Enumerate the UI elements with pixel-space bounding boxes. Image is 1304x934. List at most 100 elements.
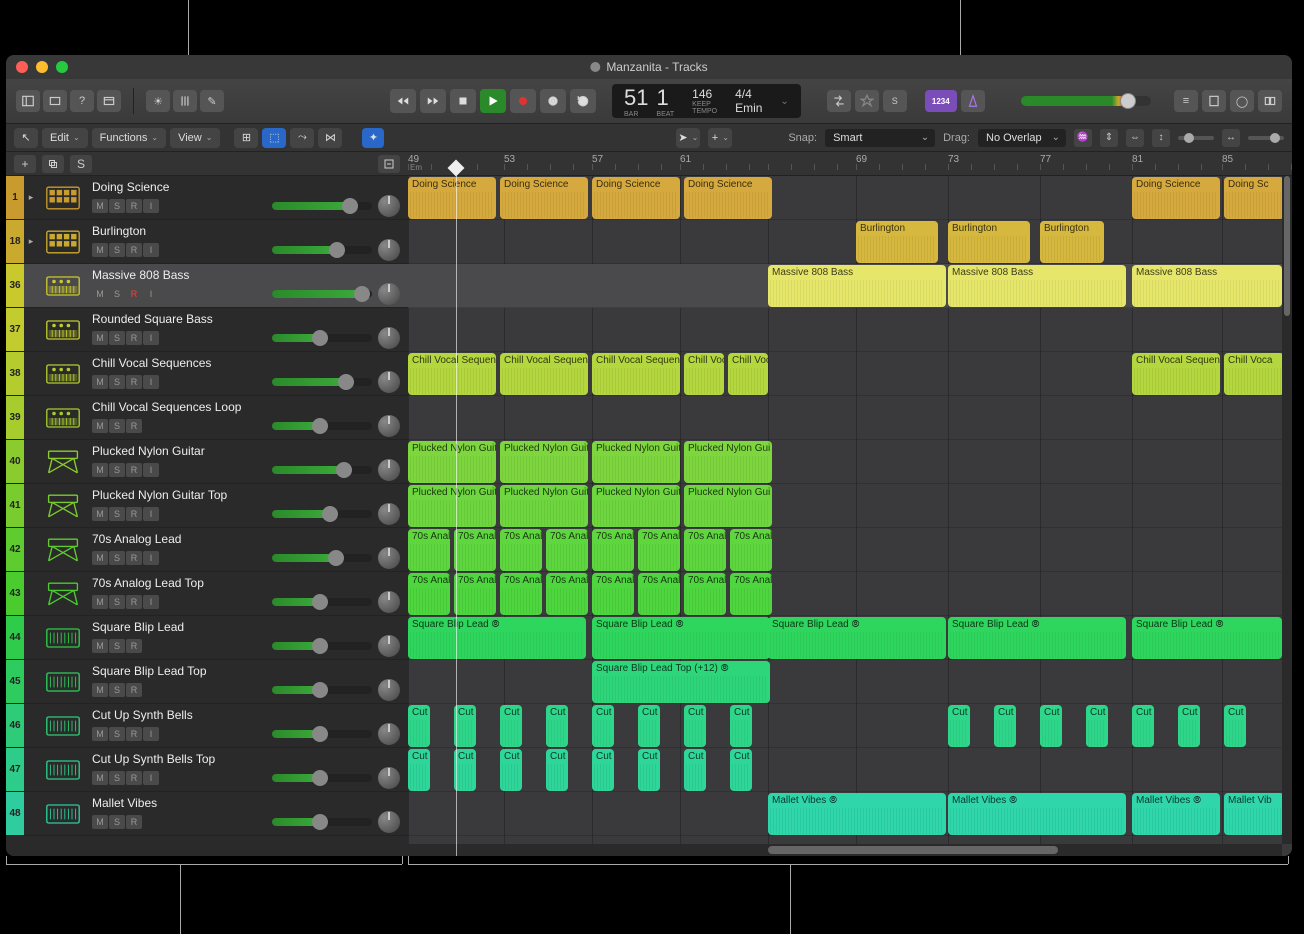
automation-button[interactable]: ⬚ xyxy=(262,128,286,148)
region-row[interactable]: Square Blip Lead ⦾Square Blip Lead ⦾Squa… xyxy=(408,616,1292,660)
rewind-button[interactable] xyxy=(390,89,416,113)
tempo-value[interactable]: 146 xyxy=(692,87,717,101)
mute-button[interactable]: M xyxy=(92,771,108,785)
solo-button[interactable]: S xyxy=(109,683,125,697)
close-window-button[interactable] xyxy=(16,61,28,73)
solo-button[interactable]: S xyxy=(109,375,125,389)
edit-menu[interactable]: Edit⌄ xyxy=(42,128,88,148)
pan-knob[interactable] xyxy=(378,767,400,789)
solo-button[interactable]: S xyxy=(109,639,125,653)
disclosure-icon[interactable]: ▸ xyxy=(24,220,38,263)
solo-button[interactable]: S xyxy=(109,243,125,257)
mute-button[interactable]: M xyxy=(92,287,108,301)
region[interactable]: 70s Anal xyxy=(592,573,634,615)
input-monitor-button[interactable]: I xyxy=(143,771,159,785)
input-monitor-button[interactable]: I xyxy=(143,551,159,565)
region[interactable]: 70s Anal xyxy=(638,529,680,571)
track-icon[interactable] xyxy=(38,440,88,483)
input-monitor-button[interactable]: I xyxy=(143,375,159,389)
region[interactable]: Cut xyxy=(1178,705,1200,747)
pan-knob[interactable] xyxy=(378,503,400,525)
record-enable-button[interactable]: R xyxy=(126,727,142,741)
record-enable-button[interactable]: R xyxy=(126,683,142,697)
region[interactable]: Cut xyxy=(500,749,522,791)
track-header-row[interactable]: 44 Square Blip Lead M S R xyxy=(6,616,408,660)
mute-button[interactable]: M xyxy=(92,331,108,345)
low-latency-button[interactable] xyxy=(855,90,879,112)
track-name[interactable]: Cut Up Synth Bells Top xyxy=(92,752,400,766)
region-row[interactable]: Massive 808 BassMassive 808 BassMassive … xyxy=(408,264,1292,308)
tuner-button[interactable]: S xyxy=(883,90,907,112)
track-name[interactable]: Chill Vocal Sequences xyxy=(92,356,400,370)
region[interactable]: Chill Vocal Sequen xyxy=(500,353,588,395)
track-header-row[interactable]: 1 ▸ Doing Science M S R I xyxy=(6,176,408,220)
track-icon[interactable] xyxy=(38,484,88,527)
region[interactable]: Plucked Nylon Guit xyxy=(408,485,496,527)
region[interactable]: Chill Voca xyxy=(1224,353,1284,395)
position-beat[interactable]: 1 xyxy=(656,85,668,111)
track-header-row[interactable]: 37 Rounded Square Bass M S R I xyxy=(6,308,408,352)
pan-knob[interactable] xyxy=(378,195,400,217)
pan-knob[interactable] xyxy=(378,415,400,437)
region[interactable]: Square Blip Lead ⦾ xyxy=(1132,617,1282,659)
region[interactable]: 70s Anal xyxy=(730,573,772,615)
region-row[interactable]: Chill Vocal SequenChill Vocal SequenChil… xyxy=(408,352,1292,396)
region[interactable]: Square Blip Lead ⦾ xyxy=(592,617,770,659)
pan-knob[interactable] xyxy=(378,283,400,305)
region-row[interactable]: Mallet Vibes ⦾Mallet Vibes ⦾Mallet Vibes… xyxy=(408,792,1292,836)
region[interactable]: 70s Anal xyxy=(592,529,634,571)
volume-slider[interactable] xyxy=(272,202,372,210)
track-header-config-button[interactable] xyxy=(378,155,400,173)
region[interactable]: 70s Anal xyxy=(546,529,588,571)
pan-knob[interactable] xyxy=(378,591,400,613)
solo-button[interactable]: S xyxy=(109,771,125,785)
volume-slider[interactable] xyxy=(272,466,372,474)
loop-browser-button[interactable]: ◯ xyxy=(1230,90,1254,112)
forward-button[interactable] xyxy=(420,89,446,113)
left-tool[interactable]: +⌄ xyxy=(708,128,732,148)
region[interactable]: Cut xyxy=(684,705,706,747)
list-editors-button[interactable]: ≡ xyxy=(1174,90,1198,112)
master-volume-slider[interactable] xyxy=(1021,96,1151,106)
input-monitor-button[interactable]: I xyxy=(143,243,159,257)
horizontal-zoom-slider[interactable] xyxy=(1248,136,1284,140)
region-row[interactable]: Square Blip Lead Top (+12) ⦾ xyxy=(408,660,1292,704)
region[interactable]: Cut xyxy=(592,705,614,747)
track-icon[interactable] xyxy=(38,220,88,263)
region[interactable]: Doing Science xyxy=(500,177,588,219)
solo-button[interactable]: S xyxy=(109,287,125,301)
add-track-button[interactable]: + xyxy=(14,155,36,173)
track-header-row[interactable]: 47 Cut Up Synth Bells Top M S R I xyxy=(6,748,408,792)
track-number[interactable]: 44 xyxy=(6,616,24,659)
region[interactable]: Cut xyxy=(1224,705,1246,747)
inspector-button[interactable] xyxy=(43,90,67,112)
track-name[interactable]: Rounded Square Bass xyxy=(92,312,400,326)
region[interactable]: Cut xyxy=(994,705,1016,747)
region[interactable]: Cut xyxy=(454,749,476,791)
track-name[interactable]: Square Blip Lead xyxy=(92,620,400,634)
pan-knob[interactable] xyxy=(378,811,400,833)
track-name[interactable]: Plucked Nylon Guitar Top xyxy=(92,488,400,502)
minimize-window-button[interactable] xyxy=(36,61,48,73)
region[interactable]: Plucked Nylon Gui xyxy=(684,485,772,527)
track-icon[interactable] xyxy=(38,616,88,659)
region[interactable]: 70s Anal xyxy=(638,573,680,615)
pan-knob[interactable] xyxy=(378,459,400,481)
region-row[interactable]: 70s Anal70s Anal70s Anal70s Anal70s Anal… xyxy=(408,528,1292,572)
arrangement-area[interactable]: Em 495357616973778185 Doing ScienceDoing… xyxy=(408,152,1292,856)
region[interactable]: Massive 808 Bass xyxy=(768,265,946,307)
region[interactable]: Doing Science xyxy=(408,177,496,219)
track-name[interactable]: Doing Science xyxy=(92,180,400,194)
mute-button[interactable]: M xyxy=(92,595,108,609)
track-number[interactable]: 1 xyxy=(6,176,24,219)
volume-slider[interactable] xyxy=(272,730,372,738)
input-monitor-button[interactable]: I xyxy=(143,331,159,345)
region-row[interactable]: CutCutCutCutCutCutCutCut xyxy=(408,748,1292,792)
region[interactable]: 70s Anal xyxy=(500,573,542,615)
track-icon[interactable] xyxy=(38,308,88,351)
mute-button[interactable]: M xyxy=(92,727,108,741)
back-button[interactable]: ↖ xyxy=(14,128,38,148)
media-browser-button[interactable] xyxy=(1258,90,1282,112)
vertical-zoom-button[interactable]: ⇕ xyxy=(1100,129,1118,147)
track-number[interactable]: 18 xyxy=(6,220,24,263)
